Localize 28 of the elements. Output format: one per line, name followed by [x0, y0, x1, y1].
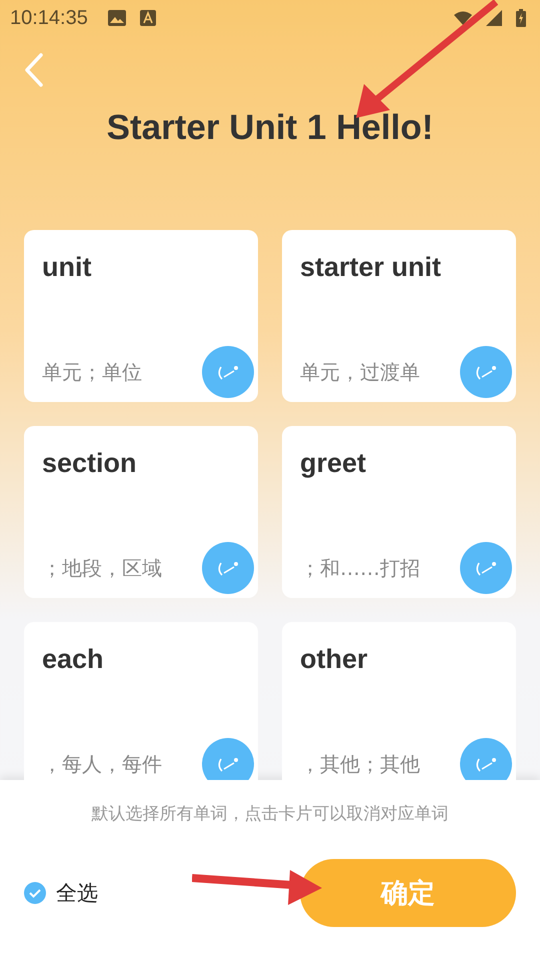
image-icon [108, 10, 126, 26]
card-meaning: 单元，过渡单 [300, 359, 421, 386]
word-card[interactable]: other ，其他；其他 [282, 622, 516, 780]
card-word: starter unit [300, 252, 442, 283]
wifi-icon [454, 11, 472, 25]
word-card[interactable]: starter unit 单元，过渡单 [282, 230, 516, 402]
battery-icon [516, 9, 526, 27]
hint-text: 默认选择所有单词，点击卡片可以取消对应单词 [90, 803, 450, 825]
back-icon[interactable] [24, 53, 44, 87]
word-card[interactable]: unit 单元；单位 [24, 230, 258, 402]
card-meaning: ；和……打招 [300, 555, 421, 582]
card-word: greet [300, 448, 368, 479]
word-card[interactable]: section ；地段，区域 [24, 426, 258, 598]
unit-title: Starter Unit 1 Hello! [106, 108, 434, 149]
card-word: unit [42, 252, 92, 283]
text-icon [140, 10, 156, 26]
word-card[interactable]: each ，每人，每件 [24, 622, 258, 780]
status-time: 10:14:35 [10, 6, 88, 30]
card-meaning: 单元；单位 [42, 359, 143, 386]
word-card[interactable]: greet ；和……打招 [282, 426, 516, 598]
card-word: each [42, 644, 105, 675]
signal-icon [486, 10, 502, 26]
select-all-checkbox[interactable]: 全选 [24, 879, 98, 907]
card-meaning: ；地段，区域 [42, 555, 163, 582]
card-meaning: ，其他；其他 [300, 751, 421, 778]
card-meaning: ，每人，每件 [42, 751, 163, 778]
card-word: section [42, 448, 138, 479]
card-word: other [300, 644, 368, 675]
